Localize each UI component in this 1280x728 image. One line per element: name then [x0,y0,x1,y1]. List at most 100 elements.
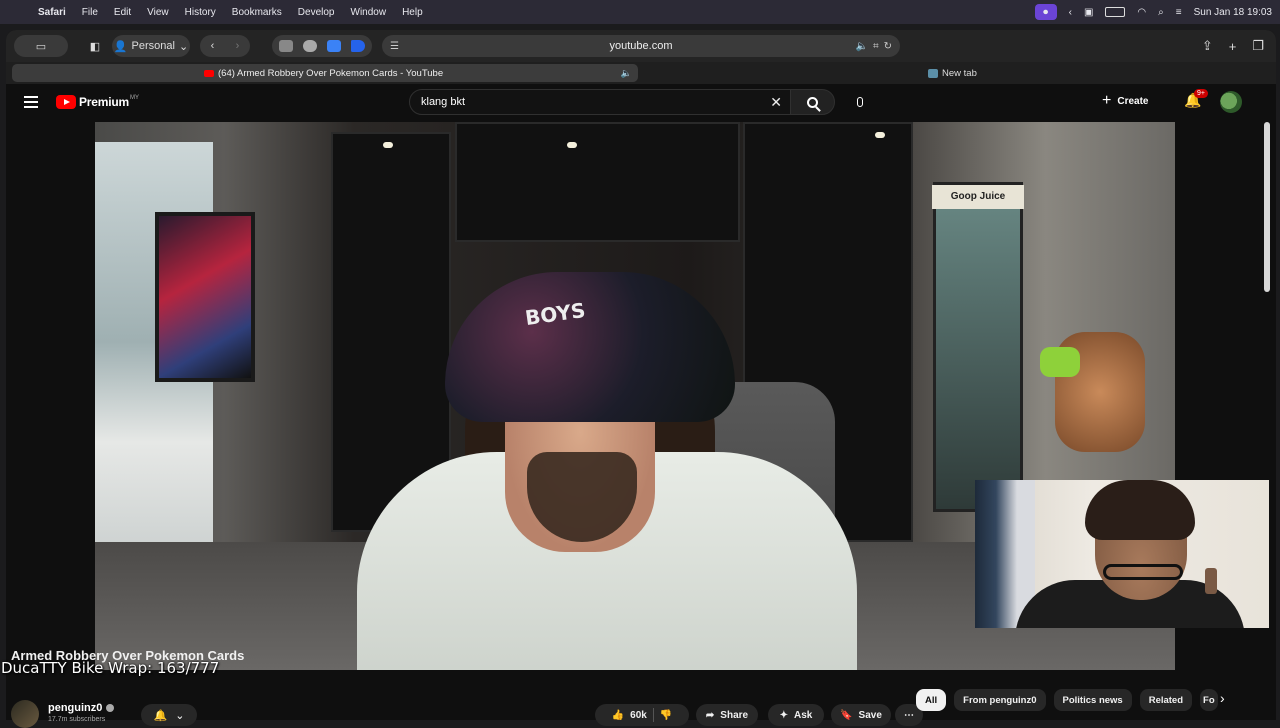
youtube-logo[interactable]: Premium MY [56,95,139,109]
audio-playing-icon[interactable]: 🔈 [621,68,632,79]
chip-related[interactable]: Related [1139,689,1193,711]
drink-fridge: Goop Juice [932,182,1024,512]
voice-search-button[interactable] [848,90,872,114]
channel-name[interactable]: penguinz0 [48,702,115,714]
search-input[interactable] [421,96,751,108]
profile-button[interactable]: 👤 Personal ⌄ [112,35,190,57]
browser-toolbar: ▭ ◧ 👤 Personal ⌄ ‹ › ☰ youtube.com 🔈 ⌗ ↻ [6,30,1276,62]
channel-avatar[interactable] [11,700,39,728]
thumbs-up-icon[interactable]: 👍 [612,710,624,721]
profile-label: Personal [131,40,175,52]
shield-icon[interactable] [327,40,341,52]
tab-overview-button[interactable]: ▭ [14,35,68,57]
figure-hair [1040,347,1080,377]
tab-youtube[interactable]: (64) Armed Robbery Over Pokemon Cards - … [12,64,638,82]
extension-icon[interactable] [279,40,293,52]
plus-icon: + [1102,92,1112,109]
search-icon [807,96,818,108]
clear-search-icon[interactable]: ✕ [770,94,782,111]
translate-icon[interactable]: ⌗ [873,41,879,52]
tab-title: (64) Armed Robbery Over Pokemon Cards - … [218,67,444,79]
verified-icon [106,704,115,712]
create-label: Create [1117,95,1149,107]
facecam-overlay [975,480,1269,628]
search-button[interactable] [790,89,835,115]
forward-button[interactable]: › [225,40,250,52]
bookmark-extension-icon[interactable] [351,40,365,52]
reader-icon[interactable]: ☰ [390,41,399,52]
notification-badge: 9+ [1194,89,1208,98]
share-button[interactable]: ➦ Share [696,704,758,726]
wall-poster [155,212,255,382]
microphone-icon [857,97,863,107]
ask-button[interactable]: ✦ Ask [768,704,824,726]
screenshot-icon[interactable]: ▣ [1084,7,1093,18]
sparkle-icon: ✦ [779,709,789,721]
menu-icon[interactable] [24,96,38,111]
chip-politics-news[interactable]: Politics news [1053,689,1132,711]
youtube-favicon-icon [204,69,214,77]
menu-file[interactable]: File [82,7,98,18]
facecam-glasses [1103,564,1183,580]
channel-name-text: penguinz0 [48,702,103,714]
reload-icon[interactable]: ↻ [884,41,892,52]
person-icon: 👤 [113,40,128,53]
thumbs-down-icon[interactable]: 👎 [660,710,672,721]
new-tab-icon[interactable]: + [1229,39,1237,54]
like-count[interactable]: 60k [630,710,647,721]
menu-develop[interactable]: Develop [298,7,335,18]
facecam-hair [1085,480,1195,540]
chip-truncated[interactable]: Fo [1200,689,1218,711]
chip-from-channel[interactable]: From penguinz0 [954,689,1046,711]
menu-edit[interactable]: Edit [114,7,131,18]
youtube-play-icon [56,95,76,109]
chip-all[interactable]: All [916,689,947,711]
tab-title: New tab [942,67,977,79]
status-area: ⏺ ‹ ▣ ◠ ⌕ ≡ Sun Jan 18 19:03 [1034,0,1272,24]
facecam-bottle [1205,568,1217,594]
macos-menubar: Safari File Edit View History Bookmarks … [0,0,1280,24]
chevron-left-icon[interactable]: ‹ [1069,7,1072,18]
url-actions: 🔈 ⌗ ↻ [856,41,892,52]
search-icon[interactable]: ⌕ [1158,7,1164,18]
incognito-extension-icon[interactable] [303,40,317,52]
menu-app-name[interactable]: Safari [38,7,66,18]
control-center-icon[interactable]: ≡ [1176,7,1182,18]
menu-help[interactable]: Help [402,7,423,18]
chevron-down-icon: ⌄ [178,40,189,53]
share-arrow-icon: ➦ [705,709,715,721]
like-dislike-group: 👍 60k 👎 [595,704,689,726]
save-label: Save [858,709,882,721]
account-avatar[interactable] [1220,91,1242,113]
menu-view[interactable]: View [147,7,169,18]
logo-text: Premium [79,95,129,109]
menu-bookmarks[interactable]: Bookmarks [232,7,282,18]
screen-record-icon[interactable]: ⏺ [1034,4,1057,20]
share-icon[interactable]: ⇪ [1202,38,1213,54]
menu-window[interactable]: Window [351,7,387,18]
wifi-icon[interactable]: ◠ [1137,7,1146,18]
page-scrollbar[interactable] [1264,122,1270,292]
more-icon: ⋯ [904,709,914,721]
region-code: MY [129,94,139,101]
back-button[interactable]: ‹ [200,40,225,52]
create-button[interactable]: + Create [1102,92,1148,110]
navigation-buttons: ‹ › [200,35,250,57]
display-shelf [455,122,740,242]
speaker-icon[interactable]: 🔈 [856,41,868,52]
menu-history[interactable]: History [185,7,216,18]
subscription-bell-button[interactable]: 🔔 ⌄ [141,704,197,726]
recommendation-chips: All From penguinz0 Politics news Related… [916,688,1218,712]
sidebar-icon: ◧ [89,40,101,53]
tabs-icon[interactable]: ❐ [1252,38,1264,54]
save-button[interactable]: 🔖 Save [831,704,891,726]
notifications-button[interactable]: 🔔 9+ [1184,89,1208,109]
fridge-brand: Goop Juice [932,185,1024,209]
extensions-group [272,35,372,57]
tab-new[interactable]: New tab [928,64,977,82]
chips-next-icon[interactable]: › [1220,690,1225,706]
battery-icon[interactable] [1105,7,1126,17]
menubar-clock[interactable]: Sun Jan 18 19:03 [1194,7,1272,18]
sidebar-toggle-button[interactable]: ◧ [84,35,106,57]
address-bar[interactable]: ☰ youtube.com 🔈 ⌗ ↻ [382,35,900,57]
